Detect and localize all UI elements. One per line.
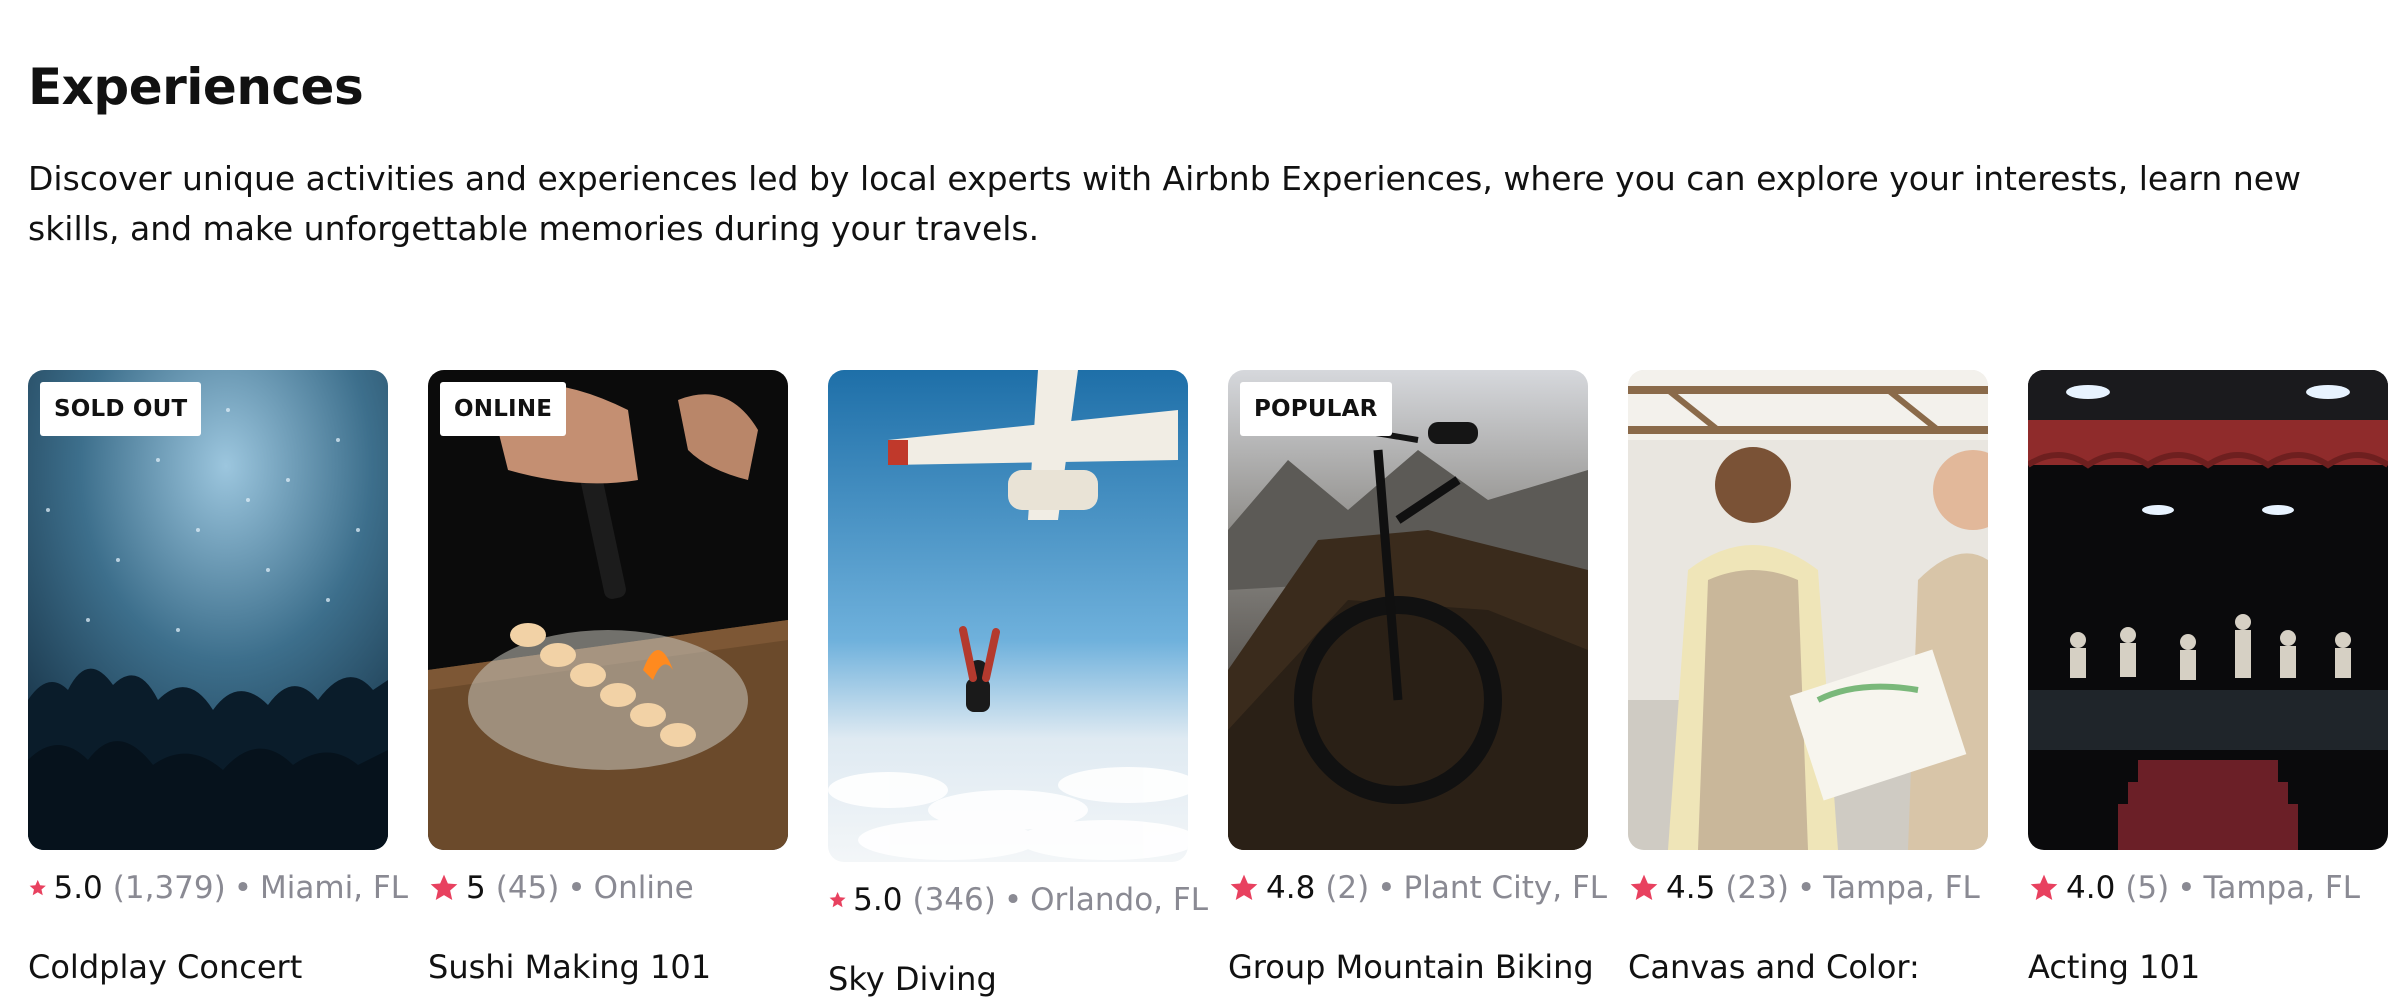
card-meta: 4.8 (2) • Plant City, FL	[1228, 870, 1608, 906]
rating-value: 4.5	[1666, 870, 1716, 906]
experience-card-sky-diving[interactable]: 5.0 (346) • Orlando, FL Sky Diving	[828, 370, 1208, 998]
meta-separator: •	[233, 870, 253, 906]
star-icon	[430, 874, 458, 900]
review-count: (5)	[2125, 870, 2170, 906]
section-title: Experiences	[28, 58, 364, 116]
star-icon	[829, 892, 846, 908]
experience-card-coldplay-concert[interactable]: SOLD OUT 5.0 (1,379) • Miami, FL Coldpla…	[28, 370, 408, 986]
experience-title[interactable]: Group Mountain Biking	[1228, 948, 1594, 986]
badge-popular: POPULAR	[1240, 382, 1392, 436]
card-meta: 5.0 (1,379) • Miami, FL	[28, 870, 408, 906]
rating-value: 4.0	[2066, 870, 2116, 906]
theater-stage-image	[2028, 370, 2388, 850]
meta-separator: •	[1796, 870, 1816, 906]
review-count: (346)	[912, 882, 996, 918]
experience-card-mountain-biking[interactable]: POPULAR 4.8 (2) • Plant City, FL Group M…	[1228, 370, 1607, 986]
concert-crowd-image	[28, 370, 388, 850]
meta-separator: •	[567, 870, 586, 906]
rating-value: 5.0	[853, 882, 903, 918]
experience-image[interactable]	[1628, 370, 1988, 850]
skydiving-image	[828, 370, 1188, 862]
badge-online: ONLINE	[440, 382, 567, 436]
experience-image[interactable]: POPULAR	[1228, 370, 1588, 850]
location-text: Tampa, FL	[1823, 870, 1980, 906]
experience-card-canvas-and-color[interactable]: 4.5 (23) • Tampa, FL Canvas and Color:	[1628, 370, 1988, 986]
meta-separator: •	[1377, 870, 1396, 906]
star-icon	[1230, 874, 1258, 900]
mountain-bike-image	[1228, 370, 1588, 850]
experience-title[interactable]: Canvas and Color:	[1628, 948, 1920, 986]
experience-card-acting-101[interactable]: 4.0 (5) • Tampa, FL Acting 101	[2028, 370, 2388, 986]
rating-value: 5.0	[53, 870, 103, 906]
section-description: Discover unique activities and experienc…	[28, 159, 2302, 248]
star-icon	[29, 879, 46, 896]
review-count: (23)	[1725, 870, 1789, 906]
experience-image[interactable]	[828, 370, 1188, 862]
star-icon	[1630, 874, 1658, 900]
review-count: (2)	[1325, 870, 1370, 906]
location-text: Tampa, FL	[2203, 870, 2361, 906]
location-text: Online	[593, 870, 694, 906]
review-count: (45)	[495, 870, 560, 906]
experience-image[interactable]: ONLINE	[428, 370, 788, 850]
experience-image[interactable]: SOLD OUT	[28, 370, 388, 850]
star-icon	[2030, 874, 2058, 900]
experience-image[interactable]	[2028, 370, 2388, 850]
experience-card-list: SOLD OUT 5.0 (1,379) • Miami, FL Coldpla…	[28, 370, 2400, 1000]
card-meta: 5.0 (346) • Orlando, FL	[828, 882, 1208, 918]
card-meta: 4.5 (23) • Tampa, FL	[1628, 870, 2008, 906]
rating-value: 4.8	[1266, 870, 1316, 906]
sushi-torch-image	[428, 370, 788, 850]
meta-separator: •	[2177, 870, 2196, 906]
rating-value: 5	[466, 870, 486, 906]
location-text: Plant City, FL	[1403, 870, 1608, 906]
location-text: Miami, FL	[260, 870, 408, 906]
meta-separator: •	[1003, 882, 1023, 918]
card-meta: 4.0 (5) • Tampa, FL	[2028, 870, 2400, 906]
experience-title[interactable]: Acting 101	[2028, 948, 2200, 986]
location-text: Orlando, FL	[1030, 882, 1208, 918]
painting-class-image	[1628, 370, 1988, 850]
card-meta: 5 (45) • Online	[428, 870, 808, 906]
experience-title[interactable]: Sky Diving	[828, 960, 997, 998]
experiences-page: Experiences Discover unique activities a…	[0, 0, 2400, 1000]
experience-title[interactable]: Sushi Making 101	[428, 948, 711, 986]
badge-sold-out: SOLD OUT	[40, 382, 202, 436]
review-count: (1,379)	[112, 870, 226, 906]
experience-title[interactable]: Coldplay Concert	[28, 948, 302, 986]
experience-card-sushi-making[interactable]: ONLINE 5 (45) • Online Sushi Making 101	[428, 370, 788, 986]
